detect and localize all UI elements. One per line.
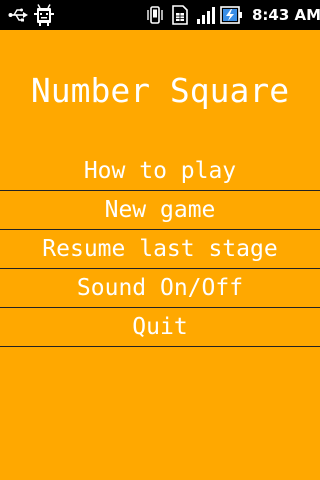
debug-icon (34, 4, 54, 26)
app-title: Number Square (30, 71, 290, 110)
quit-button[interactable]: Quit (0, 308, 320, 347)
main-menu-screen: Number Square How to play New game Resum… (0, 30, 320, 480)
phone-screen: 8:43 AM Number Square How to play New ga… (0, 0, 320, 480)
vibrate-icon (147, 6, 163, 24)
status-time: 8:43 AM (252, 6, 320, 24)
main-menu: How to play New game Resume last stage S… (0, 152, 320, 347)
new-game-button[interactable]: New game (0, 191, 320, 230)
usb-icon (8, 8, 28, 22)
sim-card-icon (172, 5, 188, 25)
resume-last-stage-button[interactable]: Resume last stage (0, 230, 320, 269)
signal-icon (197, 7, 215, 24)
how-to-play-button[interactable]: How to play (0, 152, 320, 191)
battery-charging-icon (220, 6, 242, 24)
sound-toggle-button[interactable]: Sound On/Off (0, 269, 320, 308)
status-bar: 8:43 AM (0, 0, 320, 30)
